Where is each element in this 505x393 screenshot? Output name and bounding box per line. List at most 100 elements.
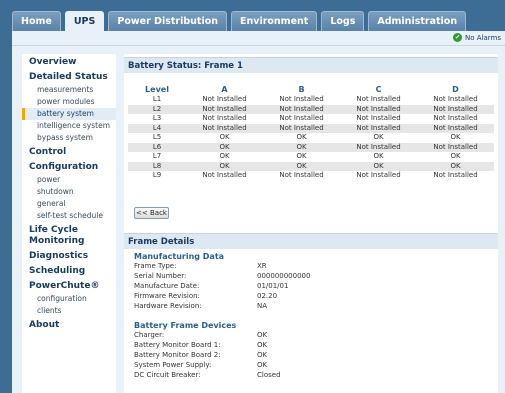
sidebar-item-configuration[interactable]: Configuration <box>22 159 116 174</box>
detail-label: Firmware Revision: <box>134 292 200 300</box>
tab-logs[interactable]: Logs <box>321 11 365 31</box>
column-header-c: C <box>375 85 382 94</box>
sidebar-item-about[interactable]: About <box>22 317 116 332</box>
detail-value: Closed <box>257 371 281 379</box>
detail-label: Battery Monitor Board 2: <box>134 351 221 359</box>
table-row: L7 OK OK OK OK <box>128 152 494 162</box>
cell-c: OK <box>340 161 417 171</box>
detail-row: Serial Number: 000000000000 <box>134 272 434 281</box>
sidebar-item-intelligence-system[interactable]: intelligence system <box>22 120 116 132</box>
detail-row: Battery Monitor Board 1: OK <box>134 341 434 350</box>
alarm-status-label: No Alarms <box>465 33 501 42</box>
table-header-row: Level A B C D <box>128 84 494 95</box>
cell-level: L5 <box>152 133 162 141</box>
cell-a: Not Installed <box>186 123 263 133</box>
sidebar-item-configuration[interactable]: configuration <box>22 293 116 305</box>
cell-level: L4 <box>128 123 186 133</box>
detail-row: DC Circuit Breaker: Closed <box>134 371 434 380</box>
back-button[interactable]: << Back <box>134 207 169 219</box>
cell-a: OK <box>219 133 230 141</box>
column-header-d: D <box>452 85 459 94</box>
tab-ups[interactable]: UPS <box>64 11 105 31</box>
sidebar-item-power-modules[interactable]: power modules <box>22 96 116 108</box>
cell-d: Not Installed <box>433 114 478 122</box>
tab-home[interactable]: Home <box>12 11 61 31</box>
detail-label: DC Circuit Breaker: <box>134 371 201 379</box>
main-tabs: Home UPS Power Distribution Environment … <box>12 11 470 31</box>
cell-level: L9 <box>152 171 162 179</box>
cell-a: Not Installed <box>202 95 247 103</box>
sidebar-item-general[interactable]: general <box>22 198 116 210</box>
detail-value: OK <box>257 331 268 339</box>
table-row: L9 Not Installed Not Installed Not Installe… <box>128 171 494 181</box>
battery-status-title: Battery Status: Frame 1 <box>124 57 498 73</box>
cell-d: OK <box>450 152 461 160</box>
cell-b: Not Installed <box>279 95 324 103</box>
sidebar-item-diagnostics[interactable]: Diagnostics <box>22 248 116 263</box>
cell-level: L7 <box>152 152 162 160</box>
cell-level: L6 <box>128 142 186 152</box>
detail-value: OK <box>257 341 268 349</box>
cell-d: Not Installed <box>433 171 478 179</box>
left-gutter <box>0 31 12 393</box>
sidebar-item-life-cycle-monitoring[interactable]: Life Cycle Monitoring <box>22 222 116 248</box>
detail-row: Battery Monitor Board 2: OK <box>134 351 434 360</box>
top-nav-bar: Home UPS Power Distribution Environment … <box>0 0 505 31</box>
detail-value: OK <box>257 361 268 369</box>
sidebar-item-powerchute[interactable]: PowerChute® <box>22 278 116 293</box>
cell-b: Not Installed <box>263 123 340 133</box>
sidebar-item-self-test-schedule[interactable]: self-test schedule <box>22 210 116 222</box>
detail-label: Frame Type: <box>134 262 177 270</box>
tab-power-distribution[interactable]: Power Distribution <box>108 11 227 31</box>
sidebar-item-detailed-status[interactable]: Detailed Status <box>22 69 116 84</box>
frame-details-title: Frame Details <box>124 233 498 249</box>
cell-d: Not Installed <box>417 123 494 133</box>
sidebar-item-shutdown[interactable]: shutdown <box>22 186 116 198</box>
detail-row: Firmware Revision: 02.20 <box>134 292 434 301</box>
sidebar-item-scheduling[interactable]: Scheduling <box>22 263 116 278</box>
sidebar-item-overview[interactable]: Overview <box>22 54 116 69</box>
table-row: L6 OK OK Not Installed Not Installed <box>128 142 494 152</box>
detail-row: System Power Supply: OK <box>134 361 434 370</box>
detail-value: NA <box>257 302 268 310</box>
cell-level: L3 <box>152 114 162 122</box>
detail-label: Battery Monitor Board 1: <box>134 341 221 349</box>
cell-c: Not Installed <box>340 104 417 114</box>
cell-c: Not Installed <box>356 171 401 179</box>
table-row: L2 Not Installed Not Installed Not Installe… <box>128 104 494 114</box>
cell-c: Not Installed <box>340 123 417 133</box>
cell-a: Not Installed <box>202 114 247 122</box>
cell-b: OK <box>263 161 340 171</box>
sidebar-item-measurements[interactable]: measurements <box>22 84 116 96</box>
detail-row: Charger: OK <box>134 331 434 340</box>
cell-a: Not Installed <box>186 104 263 114</box>
cell-d: Not Installed <box>433 95 478 103</box>
detail-row: Manufacture Date: 01/01/01 <box>134 282 434 291</box>
cell-a: OK <box>186 161 263 171</box>
detail-value: 000000000000 <box>257 272 311 280</box>
detail-row: Hardware Revision: NA <box>134 302 434 311</box>
manufacturing-data-heading: Manufacturing Data <box>134 252 225 261</box>
detail-label: Charger: <box>134 331 165 339</box>
cell-b: Not Installed <box>279 114 324 122</box>
table-row: L3 Not Installed Not Installed Not Installe… <box>128 114 494 124</box>
sidebar-item-clients[interactable]: clients <box>22 305 116 317</box>
battery-status-table: Level A B C D L1 Not Installed Not Install… <box>128 84 494 181</box>
cell-level: L2 <box>128 104 186 114</box>
cell-b: Not Installed <box>279 171 324 179</box>
sidebar-item-control[interactable]: Control <box>22 144 116 159</box>
tab-environment[interactable]: Environment <box>231 11 318 31</box>
column-header-level: Level <box>145 85 169 94</box>
column-header-a: A <box>221 85 228 94</box>
sidebar-item-battery-system[interactable]: battery system <box>22 108 116 120</box>
cell-a: OK <box>186 142 263 152</box>
detail-value: XR <box>257 262 267 270</box>
sidebar-item-bypass-system[interactable]: bypass system <box>22 132 116 144</box>
cell-b: OK <box>296 133 307 141</box>
cell-d: OK <box>450 133 461 141</box>
tab-administration[interactable]: Administration <box>368 11 467 31</box>
alarm-status[interactable]: ✔ No Alarms <box>453 33 501 42</box>
cell-c: Not Installed <box>356 95 401 103</box>
cell-a: OK <box>219 152 230 160</box>
sidebar-item-power[interactable]: power <box>22 174 116 186</box>
